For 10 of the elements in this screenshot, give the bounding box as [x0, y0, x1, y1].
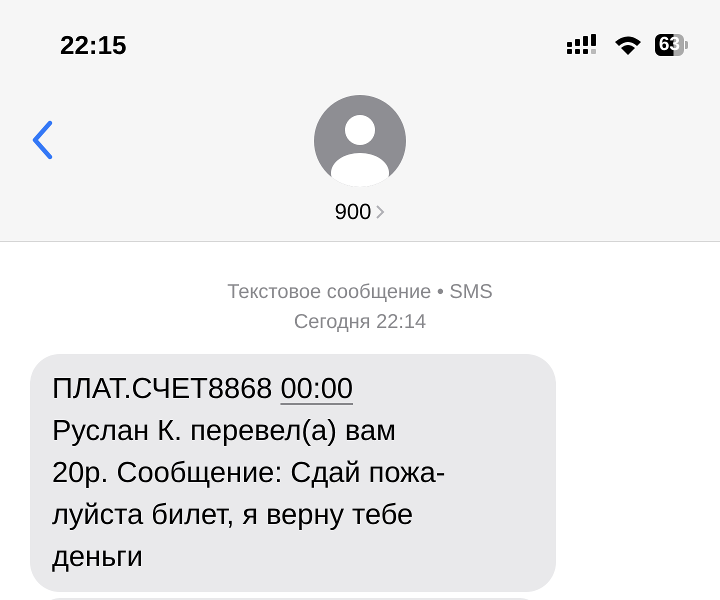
contact-name[interactable]: 900: [334, 199, 386, 225]
back-icon[interactable]: [30, 120, 54, 160]
wifi-icon: [612, 34, 643, 56]
avatar-icon[interactable]: [314, 95, 406, 187]
message-type: Текстовое сообщение • SMS: [227, 280, 493, 305]
status-time: 22:15: [60, 30, 126, 60]
message-date: Сегодня 22:14: [294, 310, 426, 335]
message-text: ПЛАТ.СЧЕТ8868 00:00 Руслан К. перевел(а) вам 20р. Сообщение: Сдай пожа- луйста билет, я верну тебе деньги: [52, 372, 446, 575]
time-link[interactable]: 00:00: [280, 373, 354, 405]
chevron-icon: [376, 205, 386, 219]
